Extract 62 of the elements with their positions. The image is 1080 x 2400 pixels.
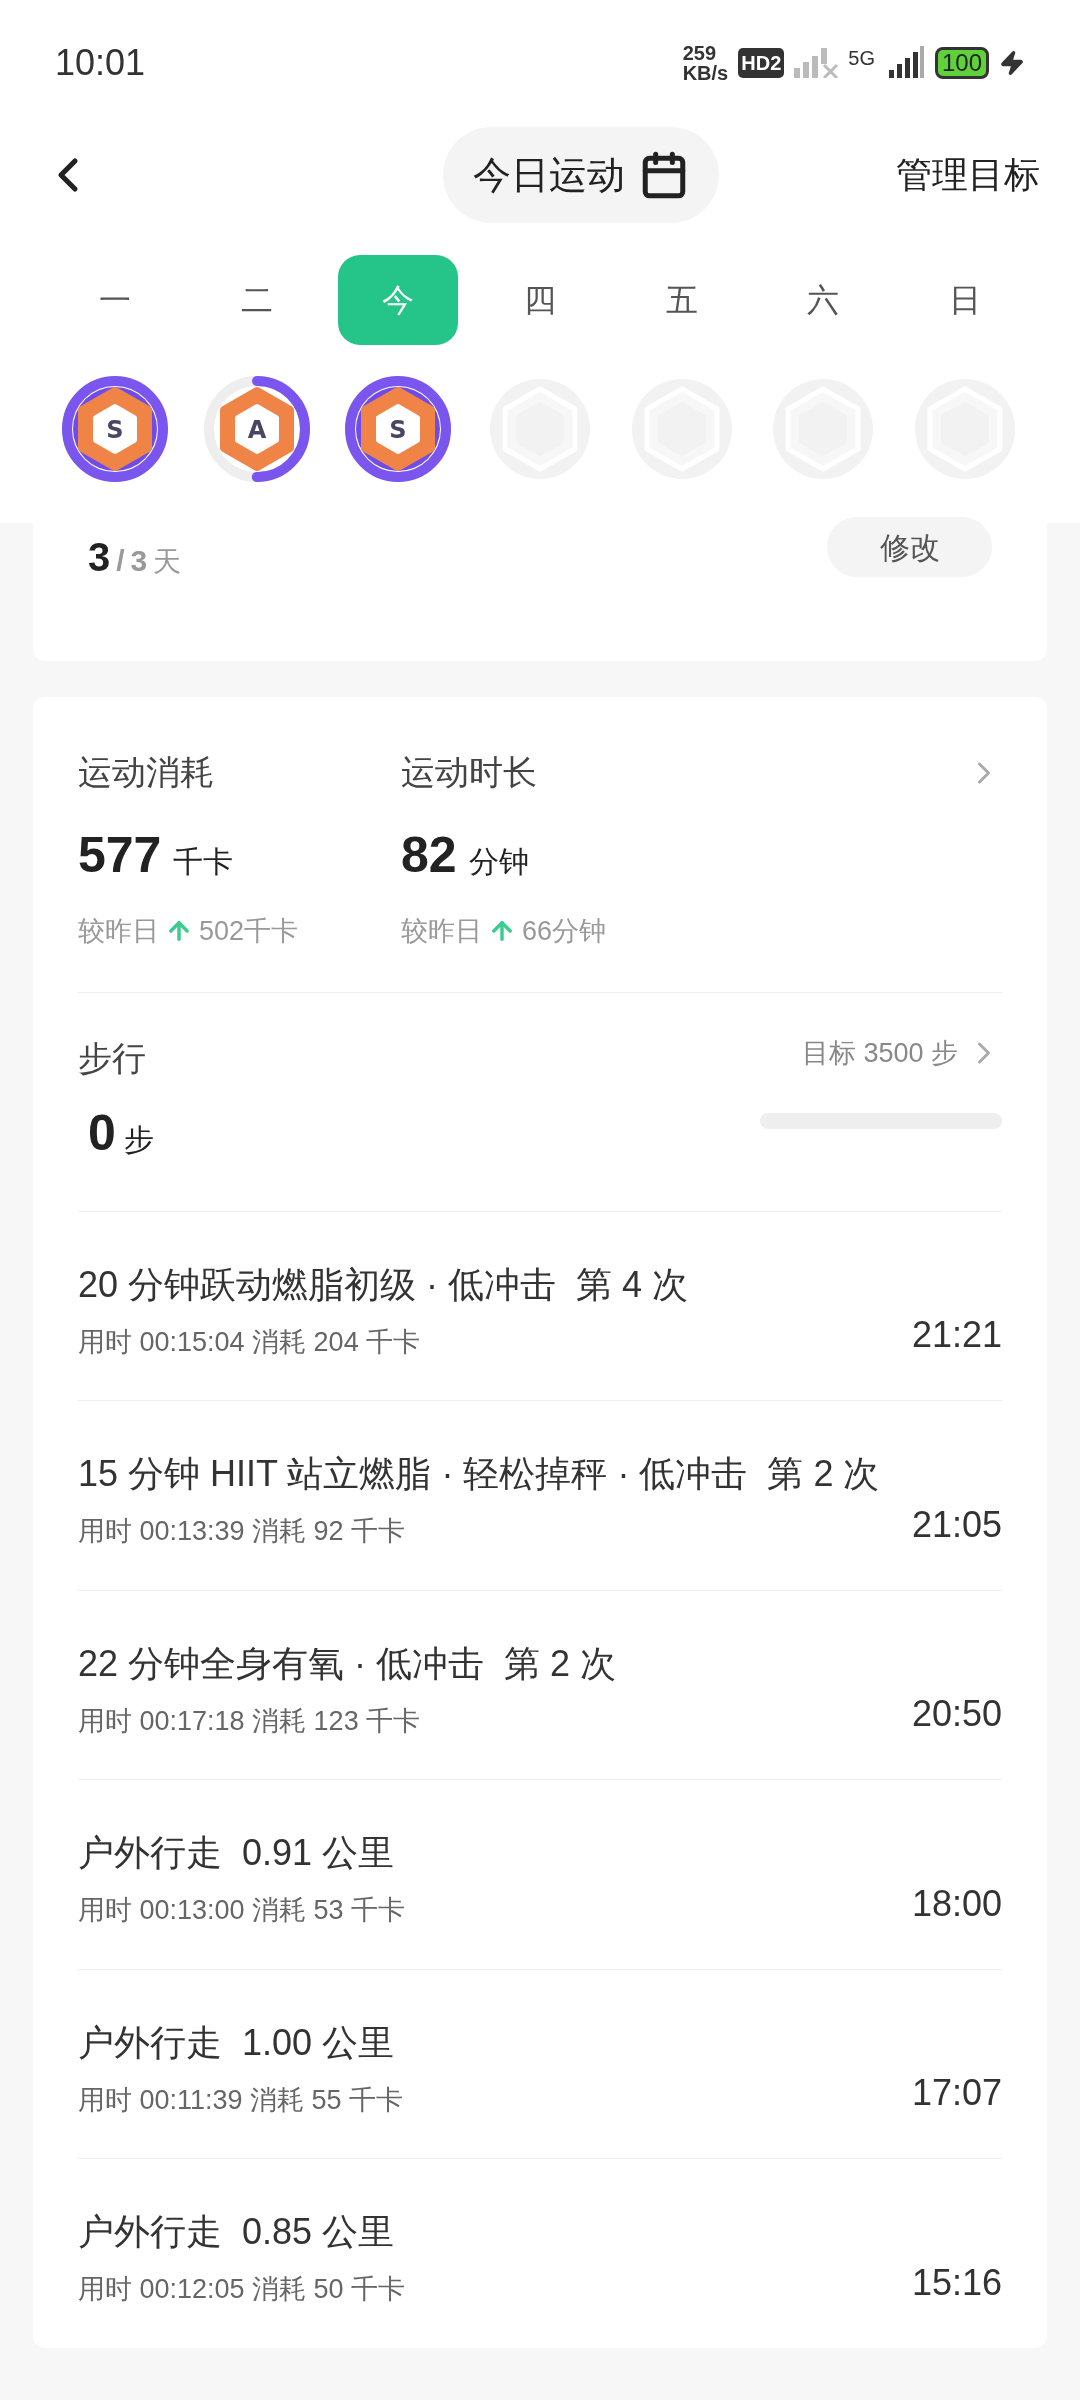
goal-days-total: 3	[130, 543, 148, 579]
metric-label: 运动消耗	[78, 752, 214, 793]
workout-time: 18:00	[911, 1881, 1002, 1926]
workout-time: 21:05	[911, 1502, 1002, 1547]
workout-detail: 用时 00:11:39 消耗 55 千卡	[78, 2083, 404, 2117]
workout-title: 22 分钟全身有氧 · 低冲击	[78, 1641, 485, 1686]
day-tab[interactable]: 六	[763, 255, 884, 345]
grade-badge-icon: S	[344, 375, 453, 483]
workout-count: 0.91 公里	[242, 1831, 395, 1875]
goal-days-unit: 天	[153, 545, 182, 579]
steps-unit: 步	[123, 1121, 154, 1158]
day-tab[interactable]: 二	[196, 255, 317, 345]
steps-target: 目标 3500 步	[801, 1036, 958, 1070]
metric-label: 运动时长	[401, 752, 537, 793]
edit-button[interactable]: 修改	[827, 517, 992, 577]
compare-label: 较昨日	[78, 915, 159, 948]
workout-count: 第 2 次	[504, 1641, 617, 1686]
steps-label: 步行	[78, 1037, 147, 1079]
goal-days-done: 3	[88, 534, 111, 581]
workout-time: 21:21	[911, 1313, 1002, 1357]
workout-count: 第 2 次	[767, 1452, 880, 1496]
workout-detail: 用时 00:17:18 消耗 123 千卡	[78, 1704, 422, 1738]
day-tab[interactable]: 日	[904, 255, 1025, 345]
compare-label: 较昨日	[401, 915, 482, 948]
battery-indicator: 100	[934, 46, 989, 79]
hd-badge: HD2	[738, 47, 785, 78]
workout-detail: 用时 00:13:39 消耗 92 千卡	[78, 1515, 407, 1548]
steps-value: 0	[88, 1103, 116, 1163]
day-tab[interactable]: 一	[55, 255, 175, 345]
workout-title: 户外行走	[78, 2210, 222, 2254]
speed-unit: KB/s	[682, 62, 729, 83]
metric-delta: 502千卡	[199, 915, 299, 948]
day-tab[interactable]: 五	[621, 255, 742, 345]
workout-count: 第 4 次	[576, 1262, 689, 1307]
workout-count: 1.00 公里	[242, 2020, 395, 2065]
network-type: 5G	[848, 45, 875, 71]
workout-title: 户外行走	[78, 1831, 222, 1875]
signal-icon	[794, 47, 839, 78]
goal-days-separator: /	[116, 543, 125, 579]
day-tab[interactable]: 四	[479, 255, 600, 345]
metric-value: 577	[78, 826, 162, 885]
workout-title: 15 分钟 HIIT 站立燃脂 · 轻松掉秤 · 低冲击	[78, 1452, 748, 1496]
workout-time: 15:16	[911, 2260, 1002, 2305]
metric-unit: 千卡	[173, 844, 234, 880]
grade-badge-icon: S	[61, 375, 169, 483]
manage-goals-button[interactable]: 管理目标	[896, 148, 1040, 202]
metric-value: 82	[401, 826, 457, 885]
charging-icon	[999, 49, 1025, 76]
grade-badge-icon: A	[202, 375, 311, 483]
workout-time: 17:07	[911, 2071, 1002, 2115]
workout-detail: 用时 00:15:04 消耗 204 千卡	[78, 1325, 422, 1359]
metric-unit: 分钟	[468, 844, 529, 880]
status-time: 10:01	[55, 40, 146, 85]
date-picker-button[interactable]: 今日运动	[443, 127, 719, 223]
workout-title: 户外行走	[78, 2020, 222, 2065]
workout-title: 20 分钟跃动燃脂初级 · 低冲击	[78, 1262, 557, 1307]
metric-delta: 66分钟	[522, 915, 607, 948]
workout-detail: 用时 00:12:05 消耗 50 千卡	[78, 2273, 406, 2306]
workout-time: 20:50	[911, 1692, 1002, 1736]
workout-count: 0.85 公里	[242, 2210, 395, 2254]
workout-detail: 用时 00:13:00 消耗 53 千卡	[78, 1894, 406, 1927]
network-speed: 259	[682, 42, 718, 63]
